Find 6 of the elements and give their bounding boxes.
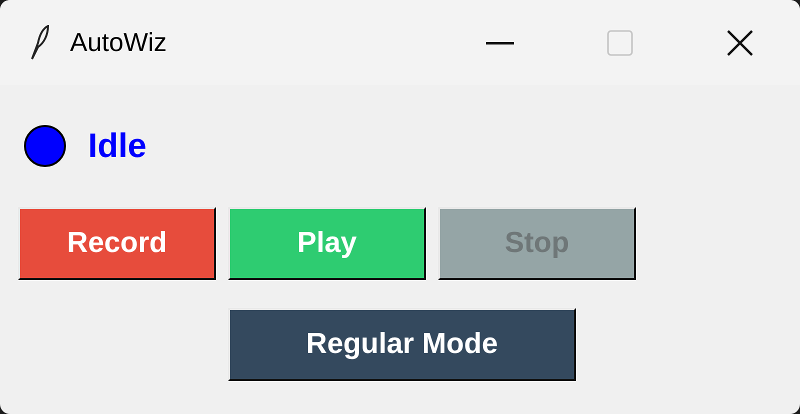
mode-button[interactable]: Regular Mode: [228, 308, 576, 381]
window-title: AutoWiz: [70, 27, 168, 58]
status-text: Idle: [88, 126, 147, 166]
action-button[interactable]: Play: [228, 207, 426, 280]
action-button[interactable]: Record: [18, 207, 216, 280]
feather-icon: [30, 24, 50, 60]
